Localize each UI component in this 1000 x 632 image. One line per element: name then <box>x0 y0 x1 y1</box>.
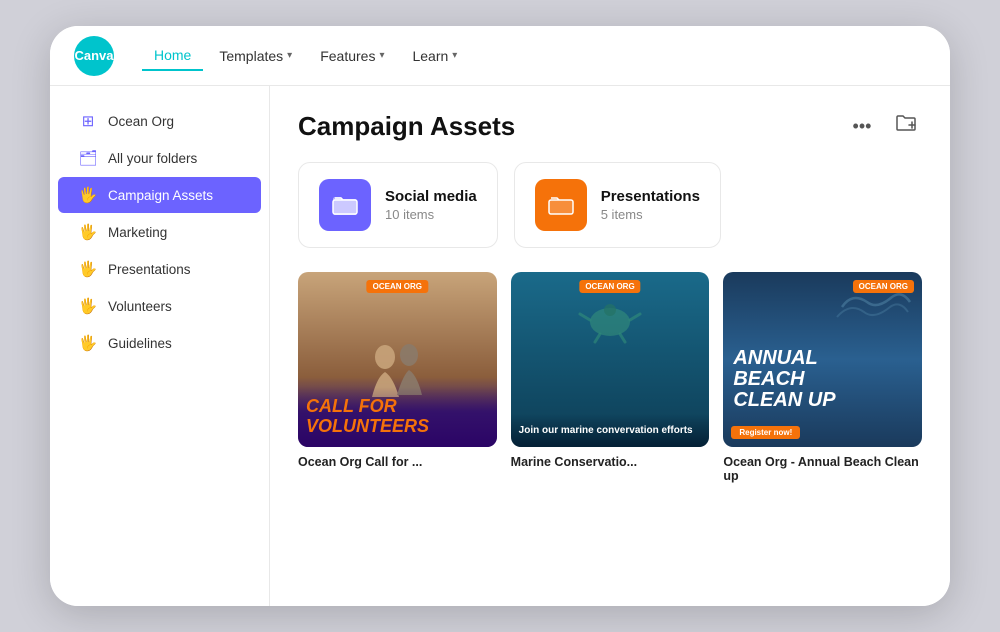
turtle-icon <box>575 292 645 352</box>
thumb-badge-1: OCEAN ORG <box>367 280 428 293</box>
more-options-button[interactable]: ••• <box>846 110 878 142</box>
design-thumb-3: ANNUAL BEACH CLEAN UP Register now! OCEA… <box>723 272 922 447</box>
chevron-down-icon: ▾ <box>379 50 384 61</box>
folder-count: 10 items <box>385 207 477 222</box>
header-actions: ••• <box>846 110 922 142</box>
main-layout: ⊞ Ocean Org 🗂 All your folders 🖐 Campaig… <box>50 86 950 606</box>
chevron-down-icon: ▾ <box>452 50 457 61</box>
designs-grid: CALL FOR VOLUNTEERS OCEAN ORG Ocean Org … <box>298 272 922 483</box>
design-card-marine[interactable]: Join our marine convervation efforts OCE… <box>511 272 710 483</box>
thumb-overlay-2: Join our marine convervation efforts <box>511 414 710 447</box>
folder-icon-purple <box>319 179 371 231</box>
folder-icon: 🗂 <box>78 149 98 167</box>
folder-info-presentations: Presentations 5 items <box>601 188 700 222</box>
design-thumb-1: CALL FOR VOLUNTEERS OCEAN ORG <box>298 272 497 447</box>
design-card-beach[interactable]: ANNUAL BEACH CLEAN UP Register now! OCEA… <box>723 272 922 483</box>
nav-features[interactable]: Features ▾ <box>308 42 396 70</box>
folder-name: Social media <box>385 188 477 205</box>
more-icon: ••• <box>853 116 872 137</box>
sidebar: ⊞ Ocean Org 🗂 All your folders 🖐 Campaig… <box>50 86 270 606</box>
chevron-down-icon: ▾ <box>287 50 292 61</box>
hand-icon: 🖐 <box>78 223 98 241</box>
design-label-3: Ocean Org - Annual Beach Clean up <box>723 455 922 483</box>
thumb-title-1b: VOLUNTEERS <box>306 417 489 437</box>
thumb-title-3a: ANNUAL <box>733 348 912 369</box>
folder-count: 5 items <box>601 207 700 222</box>
thumb-title-1: CALL FOR <box>306 397 489 417</box>
thumb-title-3c: CLEAN UP <box>733 390 912 411</box>
canva-logo[interactable]: Canva <box>74 36 114 76</box>
thumb-title-2: Join our marine convervation efforts <box>519 424 702 437</box>
folder-icon-orange <box>535 179 587 231</box>
add-folder-button[interactable] <box>890 110 922 142</box>
hand-icon: 🖐 <box>78 334 98 352</box>
sidebar-item-campaign-assets[interactable]: 🖐 Campaign Assets <box>58 177 261 213</box>
folder-cards: Social media 10 items Presentations <box>298 162 922 248</box>
design-card-volunteers[interactable]: CALL FOR VOLUNTEERS OCEAN ORG Ocean Org … <box>298 272 497 483</box>
thumb-title-3b: BEACH <box>733 369 912 390</box>
hand-icon: 🖐 <box>78 297 98 315</box>
nav-templates[interactable]: Templates ▾ <box>207 42 304 70</box>
page-title: Campaign Assets <box>298 111 515 142</box>
sidebar-item-all-folders[interactable]: 🗂 All your folders <box>58 140 261 176</box>
content-area: Campaign Assets ••• <box>270 86 950 606</box>
folder-card-social-media[interactable]: Social media 10 items <box>298 162 498 248</box>
add-folder-icon <box>895 113 917 139</box>
navbar: Canva Home Templates ▾ Features ▾ Learn … <box>50 26 950 86</box>
hand-icon: 🖐 <box>78 260 98 278</box>
thumb-badge-3: OCEAN ORG <box>853 280 914 293</box>
thumb-overlay-1: CALL FOR VOLUNTEERS <box>298 387 497 447</box>
content-header: Campaign Assets ••• <box>298 110 922 142</box>
thumb-overlay-3: ANNUAL BEACH CLEAN UP <box>723 340 922 419</box>
folder-info-social: Social media 10 items <box>385 188 477 222</box>
nav-items: Home Templates ▾ Features ▾ Learn ▾ <box>142 41 926 71</box>
sidebar-item-guidelines[interactable]: 🖐 Guidelines <box>58 325 261 361</box>
thumb-badge-2: OCEAN ORG <box>579 280 640 293</box>
sidebar-item-marketing[interactable]: 🖐 Marketing <box>58 214 261 250</box>
thumb-register-3: Register now! <box>731 426 800 439</box>
design-label-2: Marine Conservatio... <box>511 455 710 469</box>
app-window: Canva Home Templates ▾ Features ▾ Learn … <box>50 26 950 606</box>
hand-icon: 🖐 <box>78 186 98 204</box>
grid-icon: ⊞ <box>78 112 98 130</box>
sidebar-item-ocean-org[interactable]: ⊞ Ocean Org <box>58 103 261 139</box>
nav-learn[interactable]: Learn ▾ <box>400 42 469 70</box>
design-label-1: Ocean Org Call for ... <box>298 455 497 469</box>
sidebar-item-volunteers[interactable]: 🖐 Volunteers <box>58 288 261 324</box>
folder-card-presentations[interactable]: Presentations 5 items <box>514 162 721 248</box>
design-thumb-2: Join our marine convervation efforts OCE… <box>511 272 710 447</box>
folder-name: Presentations <box>601 188 700 205</box>
nav-home[interactable]: Home <box>142 41 203 71</box>
sidebar-item-presentations[interactable]: 🖐 Presentations <box>58 251 261 287</box>
